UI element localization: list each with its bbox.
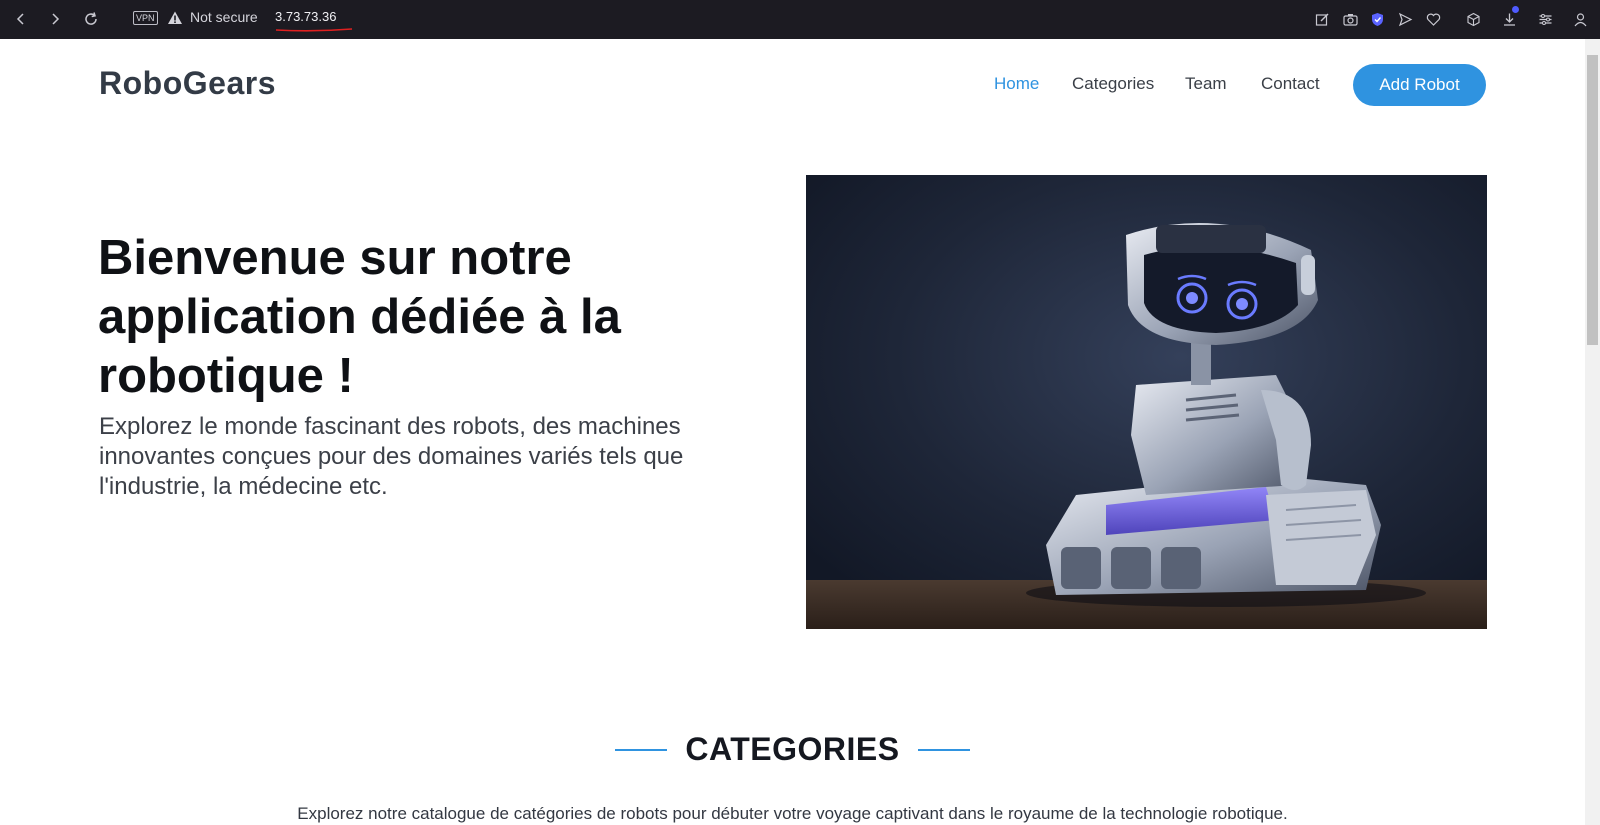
- reload-icon[interactable]: [78, 6, 104, 32]
- heading-line-left: [615, 748, 668, 751]
- browser-toolbar: VPN Not secure 3.73.73.36: [0, 0, 1600, 39]
- categories-heading: CATEGORIES: [0, 731, 1585, 768]
- nav-categories[interactable]: Categories: [1072, 74, 1154, 94]
- camera-icon[interactable]: [1339, 8, 1361, 30]
- nav-contact[interactable]: Contact: [1261, 74, 1320, 94]
- add-robot-button[interactable]: Add Robot: [1353, 64, 1486, 106]
- scrollbar-thumb[interactable]: [1587, 55, 1598, 345]
- vpn-badge[interactable]: VPN: [133, 11, 158, 25]
- hero-title: Bienvenue sur notre application dédiée à…: [98, 231, 621, 403]
- hero-subtitle: Explorez le monde fascinant des robots, …: [99, 413, 684, 500]
- edit-icon[interactable]: [1311, 8, 1333, 30]
- nav-team[interactable]: Team: [1185, 74, 1227, 94]
- warning-icon[interactable]: [167, 10, 183, 26]
- url-underline-annotation: [275, 28, 353, 32]
- nav-home[interactable]: Home: [994, 74, 1039, 94]
- page-scrollbar[interactable]: [1585, 39, 1600, 825]
- address-bar-url[interactable]: 3.73.73.36: [275, 9, 336, 24]
- security-status[interactable]: Not secure: [190, 9, 258, 25]
- hero-robot-image: [806, 175, 1487, 629]
- brand-logo[interactable]: RoboGears: [99, 65, 276, 102]
- download-notification-dot: [1512, 6, 1519, 13]
- heart-icon[interactable]: [1422, 8, 1444, 30]
- page-content: RoboGears Home Categories Team Contact A…: [0, 39, 1585, 825]
- settings-icon[interactable]: [1534, 8, 1556, 30]
- box-icon[interactable]: [1462, 8, 1484, 30]
- send-icon[interactable]: [1394, 8, 1416, 30]
- user-icon[interactable]: [1569, 8, 1591, 30]
- categories-title: CATEGORIES: [685, 731, 900, 767]
- back-icon[interactable]: [8, 6, 34, 32]
- heading-line-right: [917, 748, 970, 751]
- shield-icon[interactable]: [1366, 8, 1388, 30]
- categories-description: Explorez notre catalogue de catégories d…: [297, 804, 1288, 823]
- forward-icon[interactable]: [42, 6, 68, 32]
